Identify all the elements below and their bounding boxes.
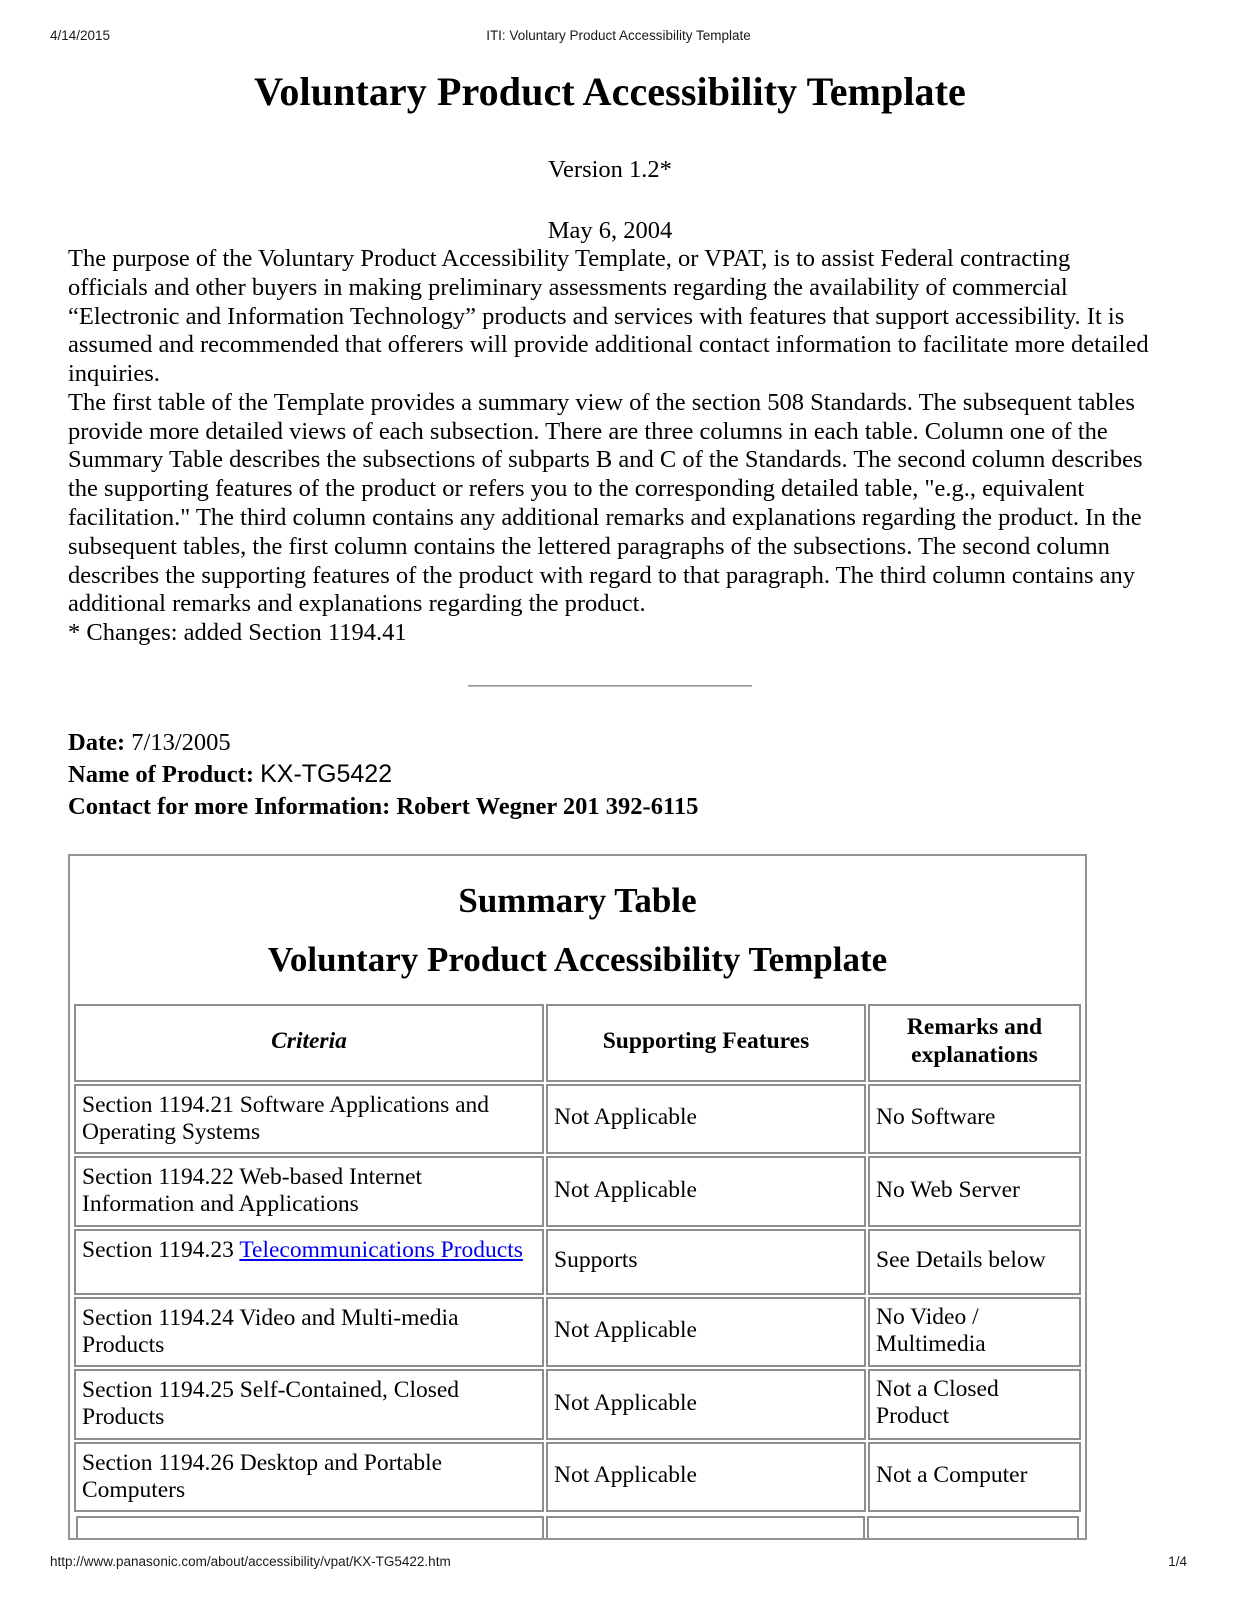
cell-remarks: Not a Computer (868, 1441, 1081, 1513)
section-divider (68, 676, 1152, 698)
cell-criteria: Section 1194.23 Telecommunications Produ… (74, 1228, 544, 1295)
cell-supporting-features: Not Applicable (546, 1083, 866, 1155)
print-footer: http://www.panasonic.com/about/accessibi… (50, 1554, 1187, 1572)
cell-supporting-features-clipped (546, 1516, 865, 1539)
cell-supporting-features: Not Applicable (546, 1156, 866, 1227)
document-date: May 6, 2004 (547, 216, 673, 244)
column-header-supporting-features: Supporting Features (546, 1003, 866, 1082)
table-row: Section 1194.23 Telecommunications Produ… (74, 1228, 1081, 1295)
cell-criteria-prefix: Section 1194.23 (82, 1236, 240, 1263)
cell-supporting-features: Not Applicable (546, 1441, 866, 1513)
date-value: 7/13/2005 (131, 728, 231, 756)
cell-supporting-features: Supports (546, 1228, 866, 1295)
print-header: 4/14/2015 ITI: Voluntary Product Accessi… (50, 28, 1187, 46)
column-header-remarks: Remarks and explanations (868, 1003, 1081, 1082)
page-title: Voluntary Product Accessibility Template (254, 69, 966, 114)
product-label: Name of Product: (68, 761, 254, 789)
horizontal-rule (468, 684, 752, 687)
document-version: Version 1.2* (548, 156, 672, 184)
product-identity-block: Date: 7/13/2005 Name of Product: KX-TG54… (68, 727, 1152, 822)
changes-note: * Changes: added Section 1194.41 (68, 619, 407, 647)
table-row: Section 1194.25 Self-Contained, Closed P… (74, 1369, 1081, 1440)
table-row: Section 1194.26 Desktop and Portable Com… (74, 1441, 1081, 1513)
cell-criteria: Section 1194.25 Self-Contained, Closed P… (74, 1369, 544, 1440)
document-content: Voluntary Product Accessibility Template… (68, 60, 1152, 1541)
cell-remarks: No Web Server (868, 1156, 1081, 1227)
table-row: Section 1194.21 Software Applications an… (74, 1083, 1081, 1155)
column-header-criteria: Criteria (74, 1003, 544, 1082)
print-header-title: ITI: Voluntary Product Accessibility Tem… (486, 28, 751, 43)
table-row: Section 1194.22 Web-based Internet Infor… (74, 1156, 1081, 1227)
cell-supporting-features: Not Applicable (546, 1369, 866, 1440)
cell-criteria: Section 1194.24 Video and Multi-media Pr… (74, 1296, 544, 1368)
table-header-row: Criteria Supporting Features Remarks and… (74, 1003, 1081, 1082)
identity-row-date: Date: 7/13/2005 (68, 727, 1152, 758)
cell-criteria-clipped (76, 1516, 545, 1539)
cell-remarks: Not a Closed Product (868, 1369, 1081, 1440)
print-footer-url: http://www.panasonic.com/about/accessibi… (50, 1554, 451, 1569)
table-row: Section 1194.24 Video and Multi-media Pr… (74, 1296, 1081, 1368)
cell-remarks: See Details below (868, 1228, 1081, 1295)
cell-criteria: Section 1194.21 Software Applications an… (74, 1083, 544, 1155)
cell-criteria: Section 1194.26 Desktop and Portable Com… (74, 1441, 544, 1513)
date-label: Date: (68, 728, 126, 756)
cell-criteria: Section 1194.22 Web-based Internet Infor… (74, 1156, 544, 1227)
identity-row-contact: Contact for more Information: Robert Weg… (68, 792, 699, 820)
cell-remarks: No Video / Multimedia (868, 1296, 1081, 1368)
summary-table-container: Summary Table Voluntary Product Accessib… (68, 854, 1087, 1541)
product-value: KX-TG5422 (260, 760, 393, 789)
summary-heading-line-2: Voluntary Product Accessibility Template (267, 940, 888, 979)
cell-remarks-clipped (866, 1516, 1079, 1539)
summary-table: Criteria Supporting Features Remarks and… (72, 1002, 1083, 1515)
cell-remarks: No Software (868, 1083, 1081, 1155)
print-footer-page-number: 1/4 (1168, 1554, 1187, 1569)
table-row-clipped (76, 1516, 1079, 1539)
summary-table-heading: Summary Table Voluntary Product Accessib… (70, 856, 1085, 983)
telecommunications-products-link[interactable]: Telecommunications Products (239, 1237, 523, 1263)
cell-supporting-features: Not Applicable (546, 1296, 866, 1368)
summary-heading-line-1: Summary Table (458, 881, 697, 921)
structure-paragraph: The first table of the Template provides… (68, 388, 1143, 618)
identity-row-product: Name of Product: KX-TG5422 (68, 758, 1152, 790)
intro-paragraph: The purpose of the Voluntary Product Acc… (68, 244, 1149, 388)
